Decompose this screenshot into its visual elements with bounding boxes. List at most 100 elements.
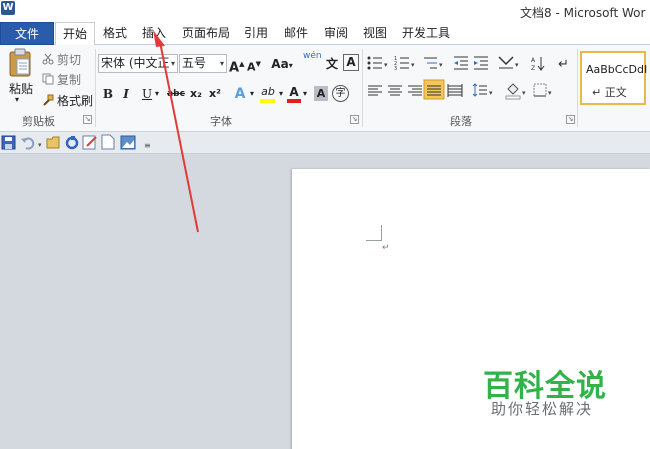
- text-effects-button[interactable]: A: [232, 84, 248, 104]
- paragraph-tools-icons[interactable]: ▾ 1 2 3 ▾ ▾ ▾ AZ ↵ ▾ ▾ ▾: [366, 55, 576, 105]
- sort-icon: AZ: [531, 57, 545, 72]
- format-painter-button[interactable]: 格式刷: [57, 92, 93, 109]
- word-app-icon[interactable]: W: [1, 1, 15, 15]
- shrink-font-label: A: [247, 60, 256, 74]
- show-marks-icon: ↵: [558, 57, 569, 72]
- align-left-icon: [368, 85, 382, 96]
- ribbon: 粘贴 ▾ 剪切 复制 格式刷 剪贴板 ↘ 宋体 (中文正 ▾ 五号 ▾ A▲ A…: [0, 45, 650, 132]
- font-name-value: 宋体 (中文正: [101, 56, 170, 70]
- chevron-down-icon[interactable]: ▾: [301, 84, 309, 104]
- svg-text:Z: Z: [531, 65, 535, 72]
- style-normal-card[interactable]: AaBbCcDdI ↵ 正文: [580, 51, 648, 105]
- underline-button[interactable]: U: [141, 84, 153, 104]
- copy-button[interactable]: 复制: [57, 71, 81, 88]
- font-color-label: A: [289, 85, 299, 99]
- superscript-button[interactable]: x²: [207, 84, 223, 104]
- watermark-subtitle: 助你轻松解决: [491, 400, 594, 418]
- chevron-down-icon[interactable]: ▾: [248, 84, 256, 104]
- svg-text:▾: ▾: [548, 89, 552, 97]
- open-folder-icon[interactable]: [46, 136, 60, 149]
- font-name-combo[interactable]: 宋体 (中文正 ▾: [98, 54, 178, 73]
- highlight-label: ab: [261, 85, 275, 98]
- chevron-down-icon[interactable]: ▾: [277, 84, 285, 104]
- save-icon[interactable]: [1, 135, 16, 150]
- tab-page-layout[interactable]: 页面布局: [177, 22, 235, 45]
- customize-qat-icon[interactable]: ≡: [144, 141, 151, 150]
- tab-home[interactable]: 开始: [55, 22, 95, 46]
- svg-text:▾: ▾: [522, 89, 526, 97]
- svg-text:▾: ▾: [384, 61, 388, 69]
- font-size-combo[interactable]: 五号 ▾: [179, 54, 227, 73]
- title-bar: W 文档8 - Microsoft Wor: [0, 0, 650, 22]
- paste-button[interactable]: 粘贴: [9, 80, 33, 97]
- svg-text:↵: ↵: [558, 57, 569, 72]
- clipboard-group-label: 剪贴板: [22, 115, 55, 128]
- italic-button[interactable]: I: [120, 84, 132, 104]
- clipboard-icon[interactable]: [8, 48, 32, 78]
- svg-text:▾: ▾: [489, 89, 493, 97]
- tab-insert[interactable]: 插入: [137, 22, 171, 45]
- chevron-down-icon: ▾: [170, 59, 175, 68]
- group-divider: [95, 49, 96, 127]
- chinese-layout-icon: ▾: [498, 56, 519, 69]
- picture-icon[interactable]: [120, 135, 136, 150]
- bold-button[interactable]: B: [101, 84, 115, 104]
- font-group-label: 字体: [210, 115, 232, 128]
- cut-button[interactable]: 剪切: [57, 51, 81, 68]
- new-document-icon[interactable]: [101, 134, 115, 150]
- font-color-button[interactable]: A: [287, 82, 301, 103]
- underline-dropdown-icon[interactable]: ▾: [153, 84, 161, 104]
- subscript-button[interactable]: x₂: [188, 84, 204, 104]
- tab-references[interactable]: 引用: [239, 22, 273, 45]
- tab-mailings[interactable]: 邮件: [279, 22, 313, 45]
- paste-dropdown-icon[interactable]: ▾: [15, 95, 19, 104]
- edit-icon[interactable]: [82, 135, 97, 150]
- style-sample-text: AaBbCcDdI: [586, 63, 648, 76]
- highlight-button[interactable]: ab: [259, 82, 277, 103]
- copy-icon[interactable]: [42, 73, 54, 85]
- numbering-icon: 1 2 3 ▾: [394, 56, 415, 72]
- svg-text:A: A: [531, 57, 536, 64]
- char-shading-button[interactable]: A: [314, 86, 328, 101]
- bullets-icon: ▾: [367, 56, 388, 70]
- enclose-char-button[interactable]: 字: [332, 85, 349, 102]
- increase-indent-icon: [474, 56, 488, 70]
- group-divider: [362, 49, 363, 127]
- svg-text:▾: ▾: [515, 61, 519, 69]
- clipboard-launcher-icon[interactable]: ↘: [83, 115, 92, 124]
- highlight-swatch: [260, 99, 275, 103]
- paragraph-launcher-icon[interactable]: ↘: [566, 115, 575, 124]
- scissors-icon[interactable]: [42, 53, 54, 65]
- tab-view[interactable]: 视图: [358, 22, 392, 45]
- refresh-icon[interactable]: [65, 136, 79, 150]
- line-spacing-icon: ▾: [472, 83, 493, 97]
- chevron-down-icon[interactable]: ▾: [38, 141, 42, 149]
- margin-corner-marker: [381, 225, 382, 241]
- change-case-label: Aa: [271, 57, 289, 71]
- phonetic-label: wén: [303, 51, 322, 61]
- tab-format[interactable]: 格式: [98, 22, 132, 45]
- clear-formatting-button[interactable]: wén: [303, 51, 322, 71]
- document-page[interactable]: ↵: [292, 169, 650, 449]
- strikethrough-button[interactable]: abc: [166, 84, 186, 104]
- shading-bucket-icon: ▾: [505, 83, 526, 100]
- tab-file[interactable]: 文件: [0, 22, 54, 45]
- ribbon-tabs: 文件 开始 格式 插入 页面布局 引用 邮件 审阅 视图 开发工具: [0, 22, 650, 46]
- change-case-button[interactable]: Aa▾: [271, 54, 293, 74]
- svg-text:▾: ▾: [411, 61, 415, 69]
- group-divider: [577, 49, 578, 127]
- brush-icon[interactable]: [42, 94, 54, 106]
- paragraph-mark: ↵: [382, 243, 390, 253]
- tab-review[interactable]: 审阅: [319, 22, 353, 45]
- distribute-icon: [447, 84, 463, 97]
- font-color-swatch: [287, 99, 301, 103]
- grow-font-button[interactable]: A▲: [229, 54, 244, 76]
- decrease-indent-icon: [454, 56, 468, 70]
- char-border-button[interactable]: A: [343, 54, 359, 71]
- phonetic-guide-button[interactable]: 文: [323, 54, 341, 74]
- font-launcher-icon[interactable]: ↘: [350, 115, 359, 124]
- grow-font-label: A: [229, 60, 240, 76]
- undo-icon[interactable]: [21, 137, 35, 150]
- tab-developer[interactable]: 开发工具: [397, 22, 455, 45]
- shrink-font-button[interactable]: A▼: [247, 54, 261, 74]
